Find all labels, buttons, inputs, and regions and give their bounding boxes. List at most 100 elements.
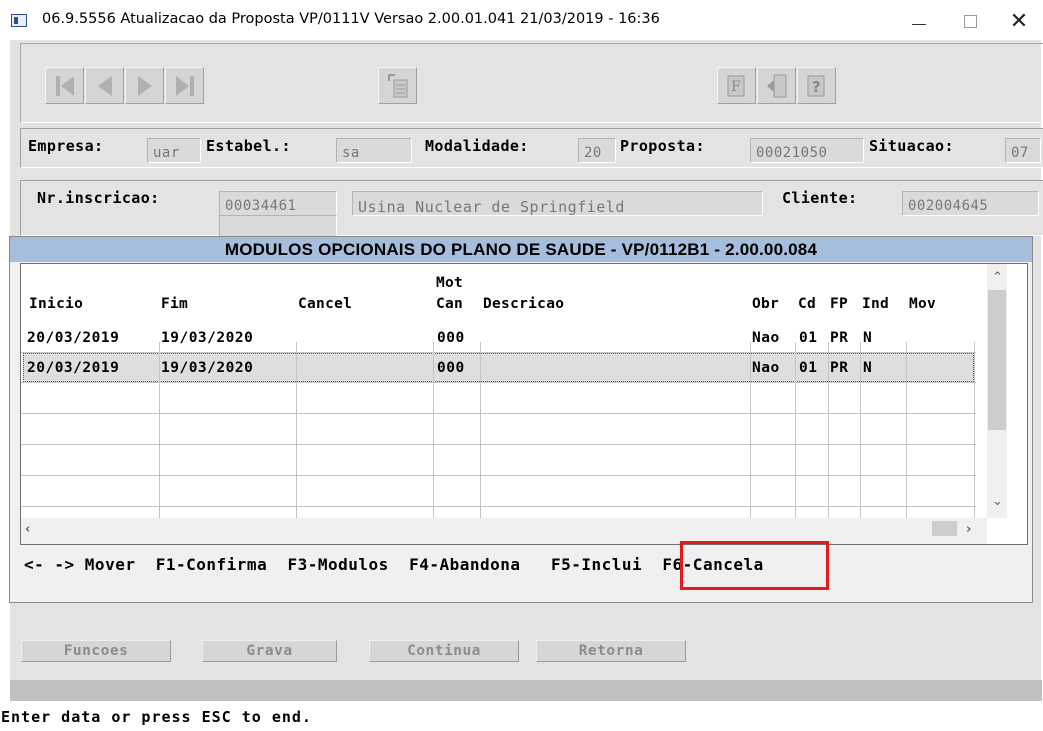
maximize-button[interactable] — [948, 4, 992, 38]
inscricao-field[interactable]: 00034461 — [219, 191, 337, 216]
cliente-field[interactable]: 002004645 — [902, 191, 1039, 216]
column-fim[interactable]: Fim — [161, 296, 188, 312]
next-icon — [137, 75, 152, 96]
first-record-button[interactable] — [45, 67, 84, 104]
grid-column-divider — [433, 342, 434, 518]
close-button[interactable]: ✕ — [997, 4, 1041, 38]
functions-button[interactable]: F — [717, 67, 756, 104]
exit-button[interactable] — [757, 67, 796, 104]
previous-record-button[interactable] — [85, 67, 124, 104]
app-icon — [11, 14, 27, 27]
scroll-down-icon[interactable]: ⌄ — [992, 494, 1003, 509]
cell-fp: PR — [830, 360, 849, 376]
grid-column-divider — [860, 342, 861, 518]
inclui-highlight-box — [680, 541, 829, 590]
optional-modules-dialog: MODULOS OPCIONAIS DO PLANO DE SAUDE - VP… — [9, 236, 1033, 603]
vertical-scroll-thumb[interactable] — [988, 290, 1006, 430]
shortcut-abandona[interactable]: F4-Abandona — [409, 555, 520, 574]
cell-obr: Nao — [752, 360, 780, 376]
column-mov[interactable]: Mov — [909, 296, 936, 312]
shortcut-confirma[interactable]: F1-Confirma — [156, 555, 267, 574]
grid-column-divider — [795, 342, 796, 518]
proposta-label: Proposta: — [620, 137, 705, 155]
grava-button[interactable]: Grava — [202, 640, 337, 662]
cell-cd: 01 — [799, 360, 818, 376]
column-mot-can[interactable]: Can — [436, 296, 463, 312]
vertical-scrollbar[interactable]: ⌃ ⌄ — [987, 264, 1007, 518]
minimize-button[interactable] — [897, 4, 941, 38]
estabel-label: Estabel.: — [206, 137, 291, 155]
grid-row-divider — [21, 475, 976, 476]
grid-row-divider — [21, 444, 976, 445]
cell-cd: 01 — [799, 330, 818, 346]
grid-column-divider — [159, 342, 160, 518]
grid-row-divider — [21, 352, 976, 353]
go-to-icon — [387, 73, 407, 97]
empresa-label: Empresa: — [28, 137, 104, 155]
next-record-button[interactable] — [125, 67, 164, 104]
cell-mot: 000 — [437, 330, 465, 346]
window-title: 06.9.5556 Atualizacao da Proposta VP/011… — [42, 11, 660, 27]
svg-text:?: ? — [812, 78, 821, 96]
retorna-button[interactable]: Retorna — [536, 640, 686, 662]
shortcut-modulos[interactable]: F3-Modulos — [287, 555, 388, 574]
scroll-up-icon[interactable]: ⌃ — [992, 270, 1003, 285]
modalidade-field[interactable]: 20 — [578, 138, 616, 163]
grid-column-divider — [296, 342, 297, 518]
column-fp[interactable]: FP — [830, 296, 848, 312]
client-area: F ? Empresa: uar Estabel.: sa Modalidade… — [9, 40, 1043, 731]
horizontal-scrollbar[interactable]: ‹ › — [21, 518, 987, 544]
cell-ind: N — [863, 330, 873, 346]
situacao-field[interactable]: 07 — [1005, 138, 1041, 163]
go-to-button[interactable] — [378, 67, 417, 104]
column-inicio[interactable]: Inicio — [29, 296, 83, 312]
modalidade-label: Modalidade: — [425, 137, 529, 155]
column-descricao[interactable]: Descricao — [483, 296, 564, 312]
shortcut-mover[interactable]: <- -> Mover — [24, 555, 135, 574]
funcoes-button[interactable]: Funcoes — [21, 640, 171, 662]
column-ind[interactable]: Ind — [862, 296, 889, 312]
cell-ind: N — [863, 360, 873, 376]
situacao-label: Situacao: — [869, 137, 954, 155]
last-icon — [175, 75, 194, 96]
previous-icon — [97, 75, 112, 96]
minimize-icon — [912, 23, 926, 25]
horizontal-scroll-thumb[interactable] — [932, 521, 957, 536]
cell-inicio: 20/03/2019 — [27, 330, 120, 346]
window-titlebar: 06.9.5556 Atualizacao da Proposta VP/011… — [0, 0, 1043, 40]
header-panel: Empresa: uar Estabel.: sa Modalidade: 20… — [20, 128, 1043, 168]
column-cd[interactable]: Cd — [798, 296, 816, 312]
column-mot-top[interactable]: Mot — [436, 275, 463, 291]
shortcut-inclui[interactable]: F5-Inclui — [551, 555, 642, 574]
cliente-label: Cliente: — [782, 189, 858, 207]
client-name-field[interactable]: Usina Nuclear de Springfield — [352, 191, 763, 216]
column-cancel[interactable]: Cancel — [298, 296, 352, 312]
shortcut-bar: <- -> Mover F1-Confirma F3-Modulos F4-Ab… — [24, 555, 764, 574]
scroll-right-icon[interactable]: › — [966, 522, 971, 537]
client-info-panel: Nr.inscricao: 00034461 Usina Nuclear de … — [20, 180, 1043, 240]
help-button[interactable]: ? — [797, 67, 836, 104]
grid-column-divider — [480, 342, 481, 518]
grid-column-divider — [906, 342, 907, 518]
modules-grid[interactable]: Inicio Fim Cancel Mot Can Descricao Obr … — [20, 263, 1028, 545]
cell-fim: 19/03/2020 — [161, 330, 254, 346]
continua-button[interactable]: Continua — [369, 640, 519, 662]
scroll-left-icon[interactable]: ‹ — [25, 522, 30, 537]
grid-column-divider — [974, 342, 975, 518]
proposta-field[interactable]: 00021050 — [750, 138, 864, 163]
navigation-toolbar: F ? — [20, 43, 1043, 123]
grid-row-divider — [21, 382, 976, 383]
cell-mot: 000 — [437, 360, 465, 376]
function-icon: F — [727, 75, 744, 96]
svg-text:F: F — [731, 79, 741, 95]
status-bar: Enter data or press ESC to end. — [0, 701, 1043, 731]
column-obr[interactable]: Obr — [752, 296, 779, 312]
empresa-field[interactable]: uar — [147, 138, 201, 163]
exit-icon — [766, 74, 786, 97]
last-record-button[interactable] — [165, 67, 204, 104]
estabel-field[interactable]: sa — [336, 138, 412, 163]
grid-column-divider — [750, 342, 751, 518]
dialog-title: MODULOS OPCIONAIS DO PLANO DE SAUDE - VP… — [10, 237, 1032, 262]
cell-obr: Nao — [752, 330, 780, 346]
first-icon — [55, 75, 74, 96]
